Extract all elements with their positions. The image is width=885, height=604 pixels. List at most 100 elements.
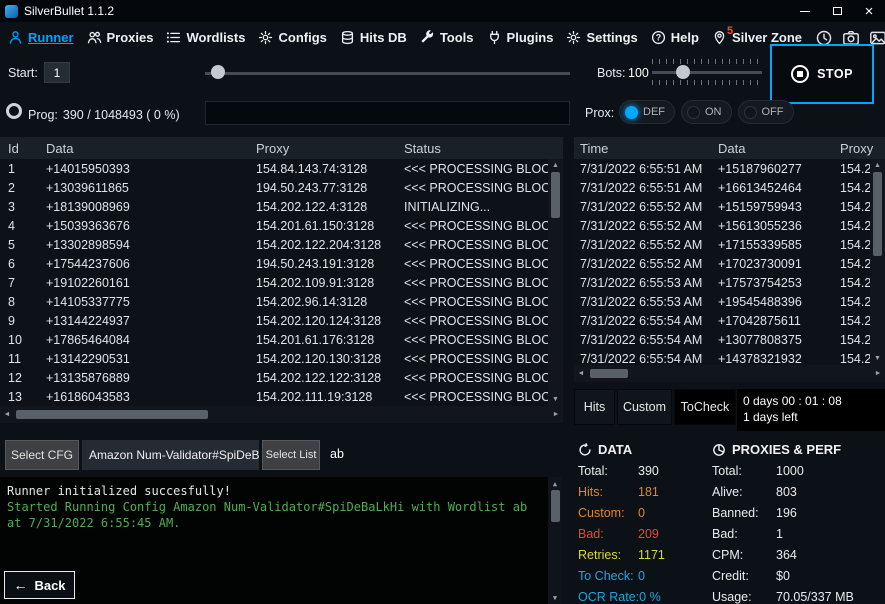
vertical-scrollbar[interactable]: ▲ ▼ bbox=[548, 477, 562, 604]
scroll-down-icon[interactable]: ▼ bbox=[870, 352, 885, 365]
slider-thumb[interactable] bbox=[676, 65, 690, 79]
stop-button[interactable]: STOP bbox=[770, 44, 874, 104]
scroll-left-icon[interactable]: ◄ bbox=[0, 406, 14, 423]
panel-title: PROXIES & PERF bbox=[732, 442, 841, 457]
data-panel-header: DATA bbox=[578, 439, 710, 460]
table-row[interactable]: 12 +13135876889 154.202.122.122:3128 <<<… bbox=[0, 368, 548, 387]
proxies-perf-panel: PROXIES & PERF Total: 1000 Alive: 803 Ba… bbox=[712, 439, 885, 604]
led-off-icon bbox=[687, 106, 700, 119]
stat-line: Total: 390 bbox=[578, 460, 710, 481]
back-button[interactable]: ← Back bbox=[4, 571, 75, 599]
nav-proxies[interactable]: Proxies bbox=[87, 30, 154, 45]
selected-config-name: Amazon Num-Validator#SpiDeB bbox=[82, 440, 259, 470]
table-row[interactable]: 7/31/2022 6:55:54 AM +17042875611 154.20 bbox=[574, 311, 870, 330]
table-row[interactable]: 2 +13039611865 194.50.243.77:3128 <<< PR… bbox=[0, 178, 548, 197]
table-row[interactable]: 7 +19102260161 154.202.109.91:3128 <<< P… bbox=[0, 273, 548, 292]
nav-settings[interactable]: Settings bbox=[566, 30, 637, 45]
nav-runner[interactable]: Runner bbox=[8, 30, 74, 45]
scroll-right-icon[interactable]: ► bbox=[871, 365, 885, 382]
table-row[interactable]: 7/31/2022 6:55:52 AM +15613055236 154.20 bbox=[574, 216, 870, 235]
vertical-scrollbar[interactable]: ▲ ▼ bbox=[548, 159, 563, 406]
tab-hits[interactable]: Hits bbox=[574, 389, 615, 425]
proxy-mode-def[interactable]: DEF bbox=[619, 100, 675, 124]
table-row[interactable]: 7/31/2022 6:55:54 AM +13077808375 154.20 bbox=[574, 330, 870, 349]
gear-icon bbox=[258, 30, 273, 45]
proxy-mode-on[interactable]: ON bbox=[681, 100, 732, 124]
table-row[interactable]: 7/31/2022 6:55:53 AM +17573754253 154.20 bbox=[574, 273, 870, 292]
slider-thumb[interactable] bbox=[211, 65, 225, 79]
scroll-up-icon[interactable]: ▲ bbox=[548, 159, 563, 172]
scroll-up-icon[interactable]: ▲ bbox=[548, 477, 562, 490]
gear-icon bbox=[566, 30, 581, 45]
progress-ring-icon bbox=[6, 103, 22, 119]
select-config-button[interactable]: Select CFG bbox=[5, 440, 79, 470]
select-wordlist-button[interactable]: Select List bbox=[262, 440, 320, 470]
scrollbar-thumb[interactable] bbox=[873, 172, 882, 256]
table-row[interactable]: 1 +14015950393 154.84.143.74:3128 <<< PR… bbox=[0, 159, 548, 178]
table-row[interactable]: 7/31/2022 6:55:52 AM +17023730091 154.20 bbox=[574, 254, 870, 273]
col-data: Data bbox=[718, 141, 840, 156]
scroll-down-icon[interactable]: ▼ bbox=[548, 591, 562, 604]
scrollbar-thumb[interactable] bbox=[551, 490, 560, 522]
maximize-button[interactable] bbox=[821, 0, 853, 22]
proxy-mode-off[interactable]: OFF bbox=[738, 100, 794, 124]
horizontal-scrollbar[interactable]: ◄ ► bbox=[574, 365, 885, 382]
hits-table: Time Data Proxy 7/31/2022 6:55:51 AM +15… bbox=[574, 137, 885, 382]
tab-custom[interactable]: Custom bbox=[617, 389, 672, 425]
table-row[interactable]: 7/31/2022 6:55:54 AM +14378321932 154.20 bbox=[574, 349, 870, 365]
start-slider[interactable] bbox=[205, 64, 570, 82]
nav-tools[interactable]: Tools bbox=[420, 30, 474, 45]
data-stats-panel: DATA Total: 390 Hits: 181 Custom: 0 Bad:… bbox=[578, 439, 710, 604]
col-proxy: Proxy bbox=[256, 141, 404, 156]
bots-label: Bots: bbox=[597, 66, 626, 80]
table-row[interactable]: 10 +17865464084 154.201.61.176:3128 <<< … bbox=[0, 330, 548, 349]
progress-readout: Prog: 390 / 1048493 ( 0 %) bbox=[28, 108, 180, 122]
scrollbar-thumb[interactable] bbox=[16, 410, 208, 419]
panel-title: DATA bbox=[598, 442, 632, 457]
table-row[interactable]: 13 +16186043583 154.202.111.19:3128 <<< … bbox=[0, 387, 548, 406]
table-row[interactable]: 7/31/2022 6:55:51 AM +16613452464 154.20 bbox=[574, 178, 870, 197]
table-row[interactable]: 3 +18139008969 154.202.122.4:3128 INITIA… bbox=[0, 197, 548, 216]
horizontal-scrollbar[interactable]: ◄ ► bbox=[0, 406, 563, 423]
stat-line: CPM: 364 bbox=[712, 544, 885, 565]
table-row[interactable]: 4 +15039363676 154.201.61.150:3128 <<< P… bbox=[0, 216, 548, 235]
location-pin-icon bbox=[712, 30, 727, 45]
table-row[interactable]: 6 +17544237606 194.50.243.191:3128 <<< P… bbox=[0, 254, 548, 273]
table-row[interactable]: 5 +13302898594 154.202.122.204:3128 <<< … bbox=[0, 235, 548, 254]
table-row[interactable]: 7/31/2022 6:55:52 AM +17155339585 154.20 bbox=[574, 235, 870, 254]
table-row[interactable]: 7/31/2022 6:55:53 AM +19545488396 154.20 bbox=[574, 292, 870, 311]
table-row[interactable]: 11 +13142290531 154.202.120.130:3128 <<<… bbox=[0, 349, 548, 368]
tab-tocheck[interactable]: ToCheck bbox=[674, 389, 736, 425]
scrollbar-thumb[interactable] bbox=[590, 369, 628, 378]
slider-ticks bbox=[652, 59, 762, 64]
table-row[interactable]: 7/31/2022 6:55:51 AM +15187960277 154.20 bbox=[574, 159, 870, 178]
table-row[interactable]: 8 +14105337775 154.202.96.14:3128 <<< PR… bbox=[0, 292, 548, 311]
led-off-icon bbox=[744, 106, 757, 119]
scroll-right-icon[interactable]: ► bbox=[549, 406, 563, 423]
window-controls: × bbox=[789, 0, 885, 22]
nav-silver-zone[interactable]: 5 Silver Zone bbox=[712, 30, 802, 45]
bots-slider[interactable] bbox=[652, 59, 762, 85]
table-row[interactable]: 7/31/2022 6:55:52 AM +15159759943 154.20 bbox=[574, 197, 870, 216]
time-remaining: 1 days left bbox=[743, 409, 879, 425]
nav-help[interactable]: ? Help bbox=[651, 30, 699, 45]
minimize-button[interactable] bbox=[789, 0, 821, 22]
nav-wordlists[interactable]: Wordlists bbox=[166, 30, 245, 45]
table-row[interactable]: 9 +13144224937 154.202.120.124:3128 <<< … bbox=[0, 311, 548, 330]
start-input[interactable] bbox=[44, 62, 70, 83]
stop-icon bbox=[791, 65, 809, 83]
nav-configs[interactable]: Configs bbox=[258, 30, 326, 45]
close-button[interactable]: × bbox=[853, 0, 885, 22]
bots-value: 100 bbox=[628, 66, 649, 80]
people-icon bbox=[87, 30, 102, 45]
scrollbar-thumb[interactable] bbox=[551, 172, 560, 218]
stat-line: Total: 1000 bbox=[712, 460, 885, 481]
scroll-down-icon[interactable]: ▼ bbox=[548, 393, 563, 406]
scroll-up-icon[interactable]: ▲ bbox=[870, 159, 885, 172]
start-label: Start: bbox=[8, 66, 38, 80]
nav-plugins[interactable]: Plugins bbox=[487, 30, 554, 45]
vertical-scrollbar[interactable]: ▲ ▼ bbox=[870, 159, 885, 365]
sync-circle-icon bbox=[578, 443, 592, 457]
scroll-left-icon[interactable]: ◄ bbox=[574, 365, 588, 382]
nav-hits-db[interactable]: Hits DB bbox=[340, 30, 407, 45]
